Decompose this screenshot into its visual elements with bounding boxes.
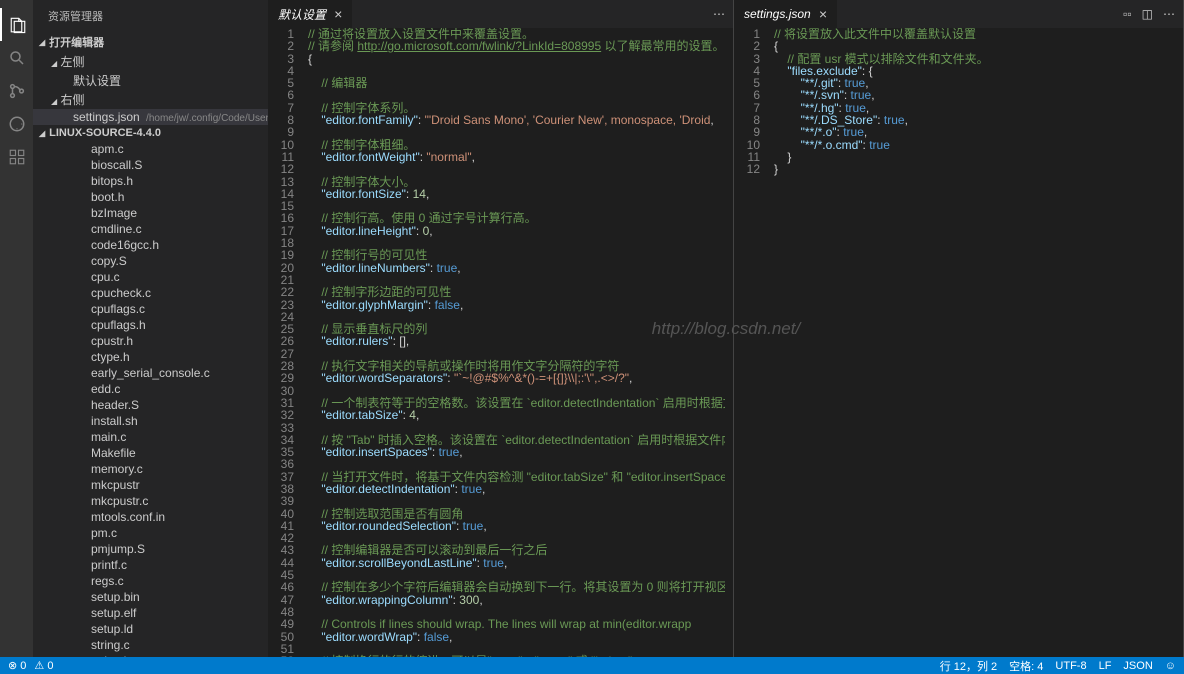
file-item[interactable]: copy.S xyxy=(33,253,268,269)
file-item[interactable]: code16gcc.h xyxy=(33,237,268,253)
sidebar-title: 资源管理器 xyxy=(33,0,268,32)
tab-settings-json[interactable]: settings.json × xyxy=(734,0,838,28)
tabs-right: settings.json × ▫▫ ◫ ⋯ xyxy=(734,0,1183,28)
file-item[interactable]: cpu.c xyxy=(33,269,268,285)
search-icon[interactable] xyxy=(0,41,33,74)
errors-count[interactable]: ⊗ 0 xyxy=(8,659,26,672)
file-item[interactable]: cpustr.h xyxy=(33,333,268,349)
cursor-position[interactable]: 行 12，列 2 xyxy=(940,658,997,674)
file-item[interactable]: pmjump.S xyxy=(33,541,268,557)
file-item[interactable]: early_serial_console.c xyxy=(33,365,268,381)
open-editor-item[interactable]: settings.json /home/jw/.config/Code/User xyxy=(33,109,268,125)
file-item[interactable]: apm.c xyxy=(33,141,268,157)
feedback-icon[interactable]: ☺ xyxy=(1165,660,1176,672)
debug-icon[interactable] xyxy=(0,107,33,140)
file-item[interactable]: bitops.h xyxy=(33,173,268,189)
extensions-icon[interactable] xyxy=(0,140,33,173)
file-item[interactable]: cpuflags.c xyxy=(33,301,268,317)
file-item[interactable]: cpucheck.c xyxy=(33,285,268,301)
file-item[interactable]: main.c xyxy=(33,429,268,445)
open-editors-label: 打开编辑器 xyxy=(49,34,104,50)
file-item[interactable]: mtools.conf.in xyxy=(33,509,268,525)
tab-actions: ⋯ xyxy=(705,0,733,28)
file-item[interactable]: regs.c xyxy=(33,573,268,589)
file-item[interactable]: setup.elf xyxy=(33,605,268,621)
file-item[interactable]: ctype.h xyxy=(33,349,268,365)
file-item[interactable]: memory.c xyxy=(33,461,268,477)
file-item[interactable]: setup.ld xyxy=(33,621,268,637)
status-bar: ⊗ 0 ⚠ 0 行 12，列 2 空格: 4 UTF-8 LF JSON ☺ xyxy=(0,657,1184,674)
editor-pane-right: settings.json × ▫▫ ◫ ⋯ 123456789101112 //… xyxy=(734,0,1184,657)
editor-group[interactable]: ◢ 右侧 xyxy=(33,90,268,109)
file-item[interactable]: setup.bin xyxy=(33,589,268,605)
file-item[interactable]: printf.c xyxy=(33,557,268,573)
code-area-left[interactable]: 1234567891011121314151617181920212223242… xyxy=(268,28,733,657)
tab-label: settings.json xyxy=(744,7,811,21)
file-item[interactable]: string.c xyxy=(33,637,268,653)
open-editors-header[interactable]: ◢ 打开编辑器 xyxy=(33,32,268,52)
split-editor-icon[interactable]: ◫ xyxy=(1142,7,1153,21)
file-item[interactable]: bzImage xyxy=(33,205,268,221)
close-icon[interactable]: × xyxy=(334,6,342,22)
tab-default-settings[interactable]: 默认设置 × xyxy=(268,0,353,28)
chevron-down-icon: ◢ xyxy=(39,38,45,47)
editor-pane-left: 默认设置 × ⋯ 12345678910111213141516171819202… xyxy=(268,0,734,657)
open-editor-item[interactable]: 默认设置 xyxy=(33,71,268,90)
open-preview-icon[interactable]: ▫▫ xyxy=(1123,7,1132,21)
indentation[interactable]: 空格: 4 xyxy=(1009,658,1043,674)
file-item[interactable]: boot.h xyxy=(33,189,268,205)
folder-header[interactable]: ◢ LINUX-SOURCE-4.4.0 xyxy=(33,125,268,141)
more-icon[interactable]: ⋯ xyxy=(713,7,725,21)
language-mode[interactable]: JSON xyxy=(1123,660,1152,672)
file-item[interactable]: install.sh xyxy=(33,413,268,429)
file-item[interactable]: bioscall.S xyxy=(33,157,268,173)
folder-name: LINUX-SOURCE-4.4.0 xyxy=(49,127,161,139)
file-item[interactable]: cmdline.c xyxy=(33,221,268,237)
file-item[interactable]: header.S xyxy=(33,397,268,413)
tabs-left: 默认设置 × ⋯ xyxy=(268,0,733,28)
close-icon[interactable]: × xyxy=(819,6,827,22)
code-area-right[interactable]: 123456789101112 // 将设置放入此文件中以覆盖默认设置{ // … xyxy=(734,28,1183,657)
git-icon[interactable] xyxy=(0,74,33,107)
sidebar: 资源管理器 ◢ 打开编辑器 ◢ 左侧默认设置◢ 右侧settings.json /… xyxy=(33,0,268,674)
activity-bar xyxy=(0,0,33,674)
warnings-count[interactable]: ⚠ 0 xyxy=(34,659,53,672)
file-item[interactable]: cpuflags.h xyxy=(33,317,268,333)
file-item[interactable]: pm.c xyxy=(33,525,268,541)
files-icon[interactable] xyxy=(0,8,33,41)
tab-actions: ▫▫ ◫ ⋯ xyxy=(1115,0,1183,28)
tab-label: 默认设置 xyxy=(278,6,326,23)
chevron-down-icon: ◢ xyxy=(39,129,45,138)
file-item[interactable]: mkcpustr.c xyxy=(33,493,268,509)
file-item[interactable]: mkcpustr xyxy=(33,477,268,493)
file-item[interactable]: Makefile xyxy=(33,445,268,461)
more-icon[interactable]: ⋯ xyxy=(1163,7,1175,21)
eol[interactable]: LF xyxy=(1099,660,1112,672)
file-item[interactable]: edd.c xyxy=(33,381,268,397)
editor-group[interactable]: ◢ 左侧 xyxy=(33,52,268,71)
file-list[interactable]: apm.cbioscall.Sbitops.hboot.hbzImagecmdl… xyxy=(33,141,268,674)
encoding[interactable]: UTF-8 xyxy=(1055,660,1086,672)
